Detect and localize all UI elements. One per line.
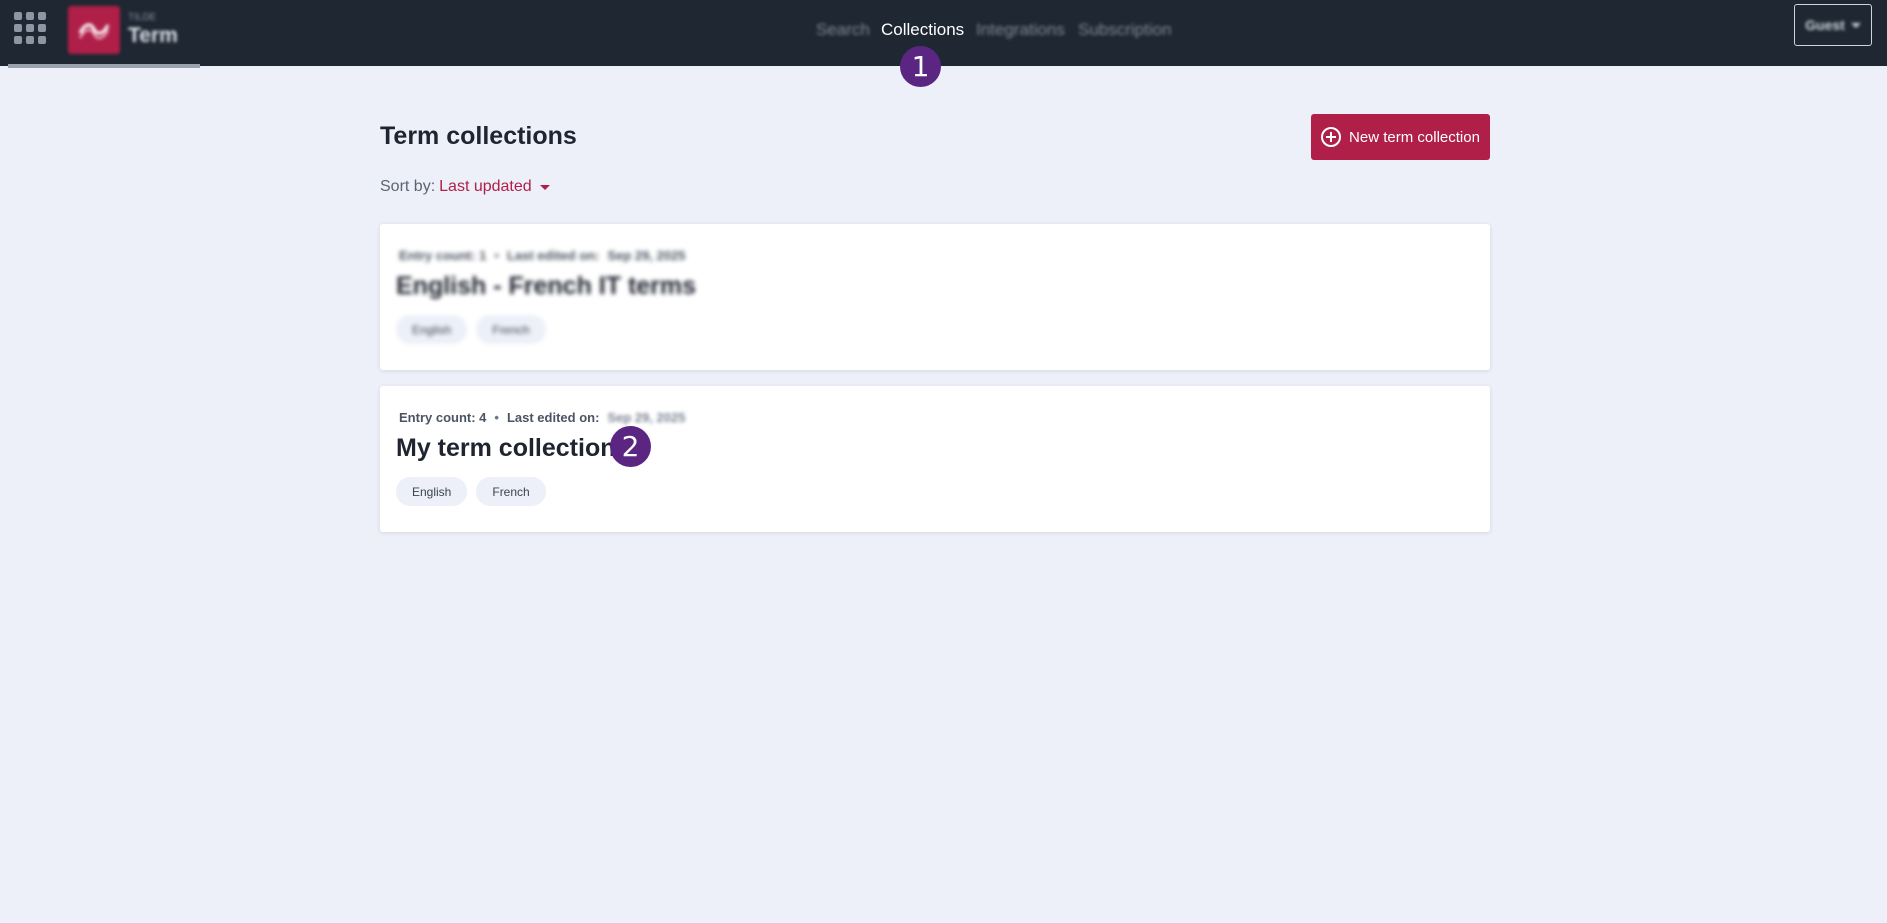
language-tag: French — [476, 477, 546, 506]
last-edited-date: Sep 29, 2025 — [607, 410, 686, 425]
collection-title[interactable]: My term collection — [396, 434, 616, 463]
collection-meta: Entry count: 1 • Last edited on: Sep 29,… — [399, 248, 685, 263]
chevron-down-icon — [539, 184, 550, 190]
chevron-down-icon — [1850, 22, 1861, 28]
new-term-collection-button[interactable]: New term collection — [1311, 114, 1490, 160]
language-tag: English — [396, 477, 468, 506]
account-menu-button[interactable]: Guest — [1794, 4, 1872, 46]
nav-integrations[interactable]: Integrations — [976, 20, 1065, 40]
nav-subscription[interactable]: Subscription — [1078, 20, 1172, 40]
top-navigation-bar: TILDE Term Search Collections Integratio… — [0, 0, 1887, 68]
step-marker-1: 1 — [900, 46, 941, 87]
language-tags: English French — [396, 477, 546, 506]
collection-card[interactable]: Entry count: 1 • Last edited on: Sep 29,… — [380, 224, 1490, 370]
language-tag: French — [476, 315, 546, 344]
new-term-collection-label: New term collection — [1349, 128, 1480, 146]
sort-value: Last updated — [439, 178, 532, 195]
sort-label: Sort by: — [380, 178, 436, 195]
last-edited-label: Last edited on: — [506, 248, 600, 263]
nav-search[interactable]: Search — [816, 20, 870, 40]
nav-collections[interactable]: Collections — [881, 20, 964, 40]
entry-count: Entry count: 1 — [399, 248, 487, 263]
entry-count: Entry count: 4 — [399, 410, 487, 425]
main-nav: Search Collections Integrations Subscrip… — [0, 0, 1887, 62]
sort-control: Sort by: Last updated — [380, 178, 550, 196]
separator-dot: • — [494, 410, 499, 425]
collection-title[interactable]: English - French IT terms — [396, 272, 696, 301]
collection-meta: Entry count: 4 • Last edited on: Sep 29,… — [399, 410, 685, 425]
language-tags: English French — [396, 315, 546, 344]
step-marker-2: 2 — [610, 426, 651, 467]
sort-dropdown[interactable]: Last updated — [439, 178, 550, 196]
last-edited-date: Sep 29, 2025 — [607, 248, 686, 263]
language-tag: English — [396, 315, 468, 344]
separator-dot: • — [494, 248, 499, 263]
plus-circle-icon — [1321, 127, 1342, 147]
collection-card[interactable]: Entry count: 4 • Last edited on: Sep 29,… — [380, 386, 1490, 532]
account-label: Guest — [1805, 17, 1845, 33]
page-title: Term collections — [380, 122, 577, 150]
brand-active-indicator — [8, 64, 200, 68]
last-edited-label: Last edited on: — [506, 410, 600, 425]
